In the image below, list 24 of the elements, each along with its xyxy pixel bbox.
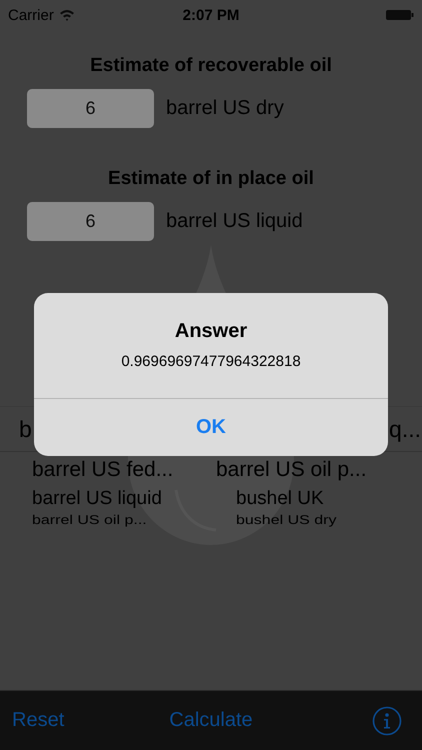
picker-option[interactable]: bushel US dry bbox=[236, 514, 412, 528]
wifi-icon bbox=[58, 9, 75, 21]
calculate-button[interactable]: Calculate bbox=[169, 709, 253, 732]
picker-option[interactable]: barrel US oil p... bbox=[32, 514, 228, 528]
reset-button[interactable]: Reset bbox=[12, 709, 64, 732]
alert-title: Answer bbox=[174, 320, 248, 343]
battery-icon bbox=[386, 9, 414, 21]
ok-button[interactable]: OK bbox=[34, 398, 388, 456]
alert-message: 0.96969697477964322818 bbox=[121, 353, 301, 370]
picker-option[interactable]: barrel US oil p... bbox=[216, 458, 392, 482]
picker-option[interactable]: b bbox=[19, 416, 32, 442]
picker-option[interactable]: q... bbox=[389, 416, 421, 442]
picker-option[interactable]: barrel US fed... bbox=[32, 458, 208, 482]
picker-option[interactable]: bushel UK bbox=[236, 488, 412, 510]
number-field[interactable]: 6 bbox=[27, 89, 154, 128]
section-title: Estimate of recoverable oil bbox=[90, 55, 332, 77]
carrier-label: Carrier bbox=[8, 6, 54, 24]
info-icon[interactable] bbox=[372, 706, 402, 736]
picker-option[interactable]: barrel US liquid bbox=[32, 488, 228, 510]
status-time: 2:07 PM bbox=[182, 6, 240, 24]
section-title: Estimate of in place oil bbox=[108, 168, 314, 190]
unit-label: barrel US liquid bbox=[166, 210, 303, 233]
unit-label: barrel US dry bbox=[166, 97, 284, 120]
number-field[interactable]: 6 bbox=[27, 202, 154, 241]
